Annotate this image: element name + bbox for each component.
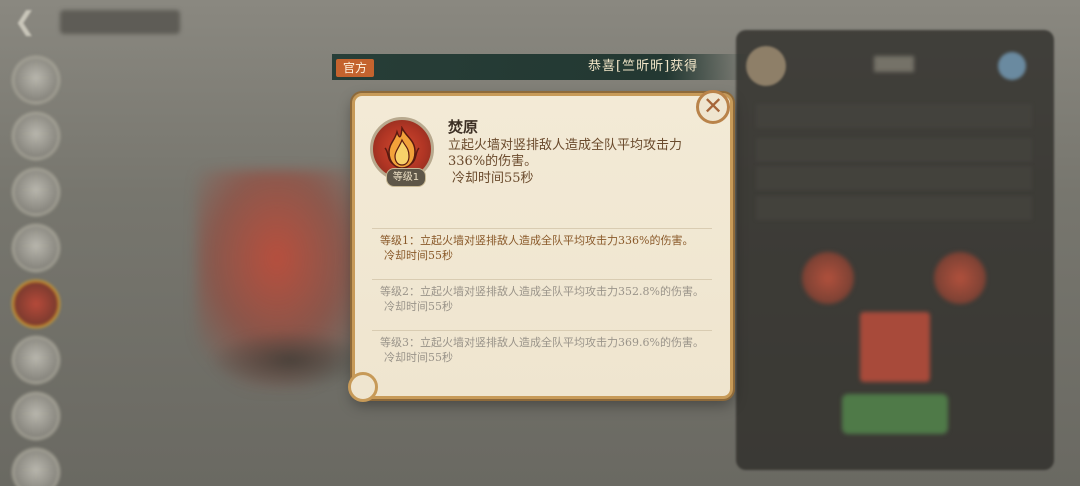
level-cooldown: 冷却时间55秒	[384, 351, 453, 364]
stat-row	[756, 104, 1032, 128]
pet-avatar[interactable]	[12, 56, 60, 104]
stat-row	[756, 166, 1032, 190]
screen-title-blurred	[60, 10, 180, 34]
close-icon[interactable]: ✕	[696, 90, 730, 124]
announcement-message: 恭喜[竺昕昕]获得	[588, 59, 699, 74]
level-description: 等级1：立起火墙对竖排敌人造成全队平均攻击力336%的伤害。	[380, 234, 694, 247]
upgrade-button[interactable]	[842, 394, 948, 434]
pet-avatar[interactable]	[12, 448, 60, 486]
skill-name: 焚原	[448, 118, 479, 136]
pet-avatar[interactable]	[12, 336, 60, 384]
stat-row	[756, 138, 1032, 162]
level-cooldown: 冷却时间55秒	[384, 249, 453, 262]
material-slot[interactable]	[934, 252, 986, 304]
level-item: 等级2：立起火墙对竖排敌人造成全队平均攻击力352.8%的伤害。 冷却时间55秒	[372, 279, 712, 330]
skill-description: 立起火墙对竖排敌人造成全队平均攻击力336%的伤害。	[448, 138, 683, 169]
pet-avatar[interactable]	[12, 112, 60, 160]
skill-cooldown: 冷却时间55秒	[452, 171, 534, 186]
level-description: 等级2：立起火墙对竖排敌人造成全队平均攻击力352.8%的伤害。	[380, 285, 704, 298]
level-cooldown: 冷却时间55秒	[384, 300, 453, 313]
pet-avatar[interactable]	[12, 224, 60, 272]
pet-pedestal	[210, 330, 370, 390]
level-item: 等级3：立起火墙对竖排敌人造成全队平均攻击力369.6%的伤害。 冷却时间55秒	[372, 330, 712, 381]
stat-row	[756, 196, 1032, 220]
info-icon[interactable]	[998, 52, 1026, 80]
player-avatar	[746, 46, 786, 86]
pet-avatar[interactable]	[12, 392, 60, 440]
back-arrow-icon[interactable]: ❮	[14, 8, 62, 36]
skill-level-badge: 等级1	[386, 168, 426, 187]
pet-avatar[interactable]	[12, 168, 60, 216]
official-tag: 官方	[336, 59, 374, 77]
skill-book-card[interactable]	[860, 312, 930, 382]
pet-list-sidebar	[12, 56, 60, 486]
material-slot[interactable]	[802, 252, 854, 304]
pet-avatar-selected[interactable]	[12, 280, 60, 328]
pet-name-blurred	[874, 56, 914, 72]
level-item: 等级1：立起火墙对竖排敌人造成全队平均攻击力336%的伤害。 冷却时间55秒	[372, 228, 712, 279]
skill-level-list: 等级1：立起火墙对竖排敌人造成全队平均攻击力336%的伤害。 冷却时间55秒 等…	[372, 228, 712, 381]
level-description: 等级3：立起火墙对竖排敌人造成全队平均攻击力369.6%的伤害。	[380, 336, 704, 349]
